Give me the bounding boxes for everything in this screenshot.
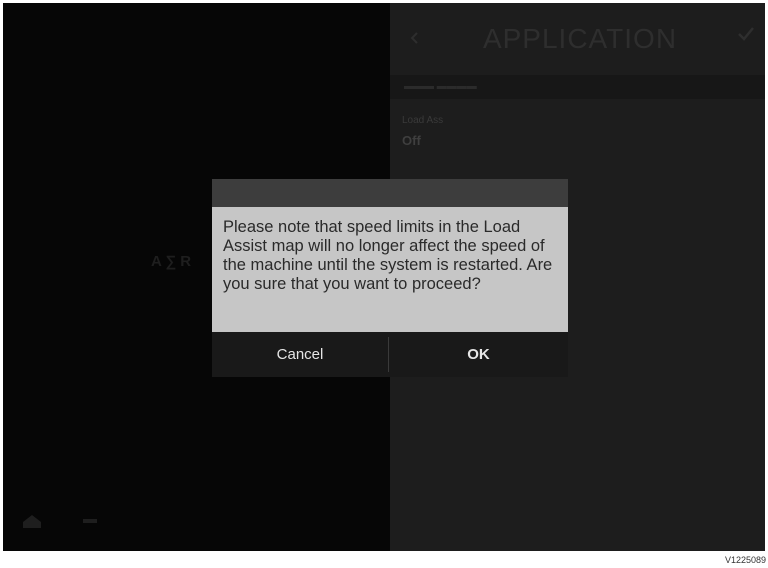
dialog-titlebar xyxy=(212,179,568,207)
setting-value[interactable]: Off xyxy=(402,133,421,148)
machine-display: A ∑ R APPLICATION ▬▬▬ ▬▬▬▬ Load Ass Off … xyxy=(3,3,765,551)
dialog-message: Please note that speed limits in the Loa… xyxy=(223,218,553,293)
left-panel-dim-text: A ∑ R xyxy=(151,253,192,270)
section-header: ▬▬▬ ▬▬▬▬ xyxy=(390,75,765,99)
home-icon[interactable] xyxy=(21,513,43,529)
section-header-text: ▬▬▬ ▬▬▬▬ xyxy=(404,81,477,92)
ok-button[interactable]: OK xyxy=(389,332,568,377)
check-icon[interactable] xyxy=(737,25,755,43)
image-reference-code: V1225089 xyxy=(724,555,766,565)
page-title: APPLICATION xyxy=(482,23,678,54)
dialog-button-bar: Cancel OK xyxy=(212,332,568,377)
dialog-body: Please note that speed limits in the Loa… xyxy=(212,207,568,332)
setting-label: Load Ass xyxy=(402,115,444,126)
cancel-button[interactable]: Cancel xyxy=(212,332,388,377)
back-arrow-icon[interactable] xyxy=(408,31,422,45)
minus-icon[interactable] xyxy=(83,519,97,523)
application-header: APPLICATION xyxy=(390,3,765,73)
confirmation-dialog: Please note that speed limits in the Loa… xyxy=(212,179,568,377)
